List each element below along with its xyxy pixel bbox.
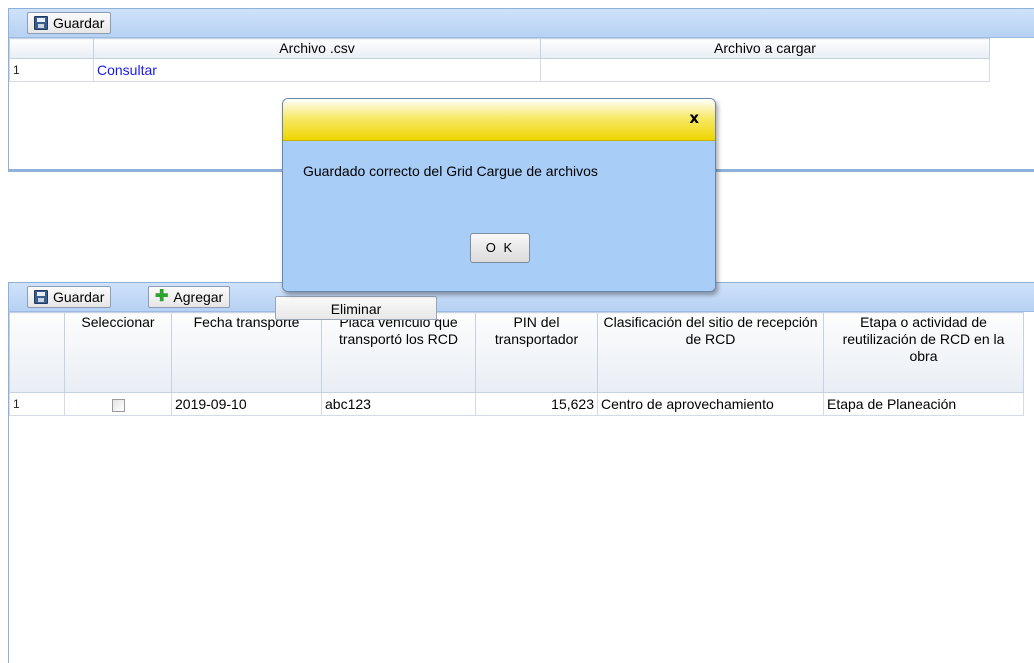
upload-cell[interactable]: [540, 58, 990, 82]
select-row-checkbox[interactable]: [111, 398, 125, 412]
table-row[interactable]: 1 2019-09-10 abc123 15,623 Centro de apr…: [9, 392, 1024, 416]
save-button[interactable]: Guardar: [27, 12, 112, 34]
ok-button[interactable]: O K: [470, 233, 530, 263]
dialog-message: Guardado correcto del Grid Cargue de arc…: [303, 163, 598, 179]
column-header-seleccionar[interactable]: Seleccionar: [64, 312, 172, 393]
column-header-fecha-transporte[interactable]: Fecha transporte: [171, 312, 322, 393]
plus-icon: ✚: [155, 288, 169, 305]
clasificacion-cell[interactable]: Centro de aprovechamiento: [597, 392, 824, 416]
placa-cell[interactable]: abc123: [321, 392, 476, 416]
select-cell[interactable]: [64, 392, 172, 416]
transport-grid-panel: Guardar ✚ Agregar Seleccionar Fecha tran…: [8, 282, 1034, 663]
dialog-body: Guardado correcto del Grid Cargue de arc…: [283, 141, 715, 291]
row-number: 1: [9, 392, 65, 416]
etapa-cell[interactable]: Etapa de Planeación: [823, 392, 1024, 416]
save-button-label: Guardar: [53, 289, 105, 305]
column-header-clasificacion[interactable]: Clasificación del sitio de recepción de …: [597, 312, 824, 393]
column-header-file-to-upload[interactable]: Archivo a cargar: [540, 38, 990, 59]
fecha-cell[interactable]: 2019-09-10: [171, 392, 322, 416]
column-header-csv-file[interactable]: Archivo .csv: [93, 38, 541, 59]
pin-cell[interactable]: 15,623: [475, 392, 598, 416]
column-header-etapa-actividad[interactable]: Etapa o actividad de reutilización de RC…: [823, 312, 1024, 393]
add-row-button[interactable]: ✚ Agregar: [148, 286, 231, 308]
save-button[interactable]: Guardar: [27, 286, 112, 308]
add-button-label: Agregar: [173, 289, 224, 305]
transport-grid: Seleccionar Fecha transporte Placa vehíc…: [9, 312, 1024, 416]
column-header-placa-vehiculo[interactable]: Placa vehículo que transportó los RCD: [321, 312, 476, 393]
row-number: 1: [9, 58, 94, 82]
save-confirmation-dialog: x Guardado correcto del Grid Cargue de a…: [282, 98, 716, 292]
upload-grid-toolbar: Guardar: [9, 9, 1034, 38]
upload-grid-header: Archivo .csv Archivo a cargar: [9, 38, 990, 59]
delete-button[interactable]: Eliminar: [275, 296, 437, 320]
transport-grid-header: Seleccionar Fecha transporte Placa vehíc…: [9, 312, 1024, 393]
column-header-rownum: [9, 312, 65, 393]
table-row[interactable]: 1 Consultar: [9, 58, 990, 82]
save-button-label: Guardar: [53, 15, 105, 31]
consultar-link[interactable]: Consultar: [93, 58, 541, 82]
close-icon[interactable]: x: [689, 109, 699, 127]
floppy-disk-icon: [34, 290, 48, 304]
upload-grid: Archivo .csv Archivo a cargar 1 Consulta…: [9, 38, 990, 82]
column-header-pin-transportador[interactable]: PIN del transportador: [475, 312, 598, 393]
floppy-disk-icon: [34, 16, 48, 30]
dialog-title-bar: x: [283, 99, 715, 141]
column-header-rownum: [9, 38, 94, 59]
